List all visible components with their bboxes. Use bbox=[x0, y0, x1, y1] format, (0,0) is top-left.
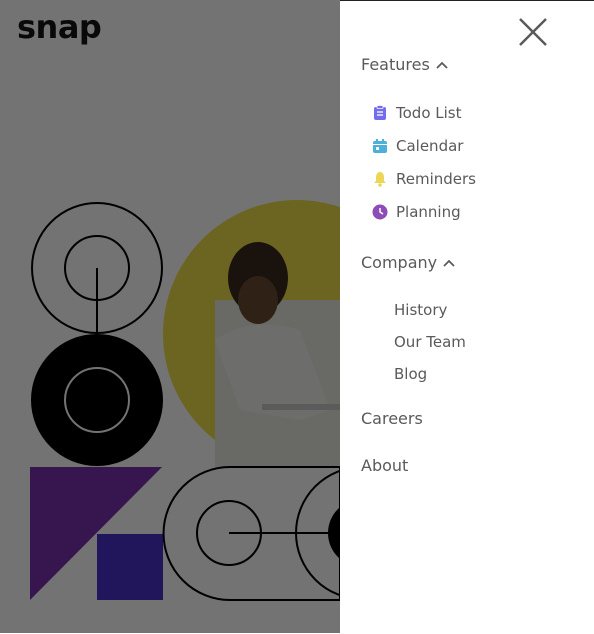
nav-careers-link[interactable]: Careers bbox=[361, 409, 423, 428]
nav-item-blog[interactable]: Blog bbox=[394, 365, 427, 383]
nav-item-label: Todo List bbox=[396, 104, 462, 122]
nav-about-label: About bbox=[361, 456, 409, 475]
todo-icon bbox=[374, 105, 386, 120]
close-menu-button[interactable] bbox=[517, 16, 549, 48]
nav-features-label: Features bbox=[361, 55, 430, 74]
nav-company-toggle[interactable]: Company bbox=[361, 253, 455, 272]
chevron-up-icon bbox=[443, 259, 455, 267]
nav-item-history[interactable]: History bbox=[394, 301, 447, 319]
calendar-icon bbox=[373, 139, 387, 153]
nav-features-toggle[interactable]: Features bbox=[361, 55, 448, 74]
mobile-nav-drawer bbox=[340, 0, 594, 634]
nav-item-todo-list[interactable]: Todo List bbox=[372, 104, 461, 122]
nav-item-label: History bbox=[394, 301, 448, 319]
close-icon bbox=[519, 18, 547, 46]
nav-item-reminders[interactable]: Reminders bbox=[372, 170, 476, 188]
nav-item-planning[interactable]: Planning bbox=[372, 203, 461, 221]
clock-icon bbox=[372, 204, 388, 220]
nav-item-label: Reminders bbox=[396, 170, 476, 188]
nav-item-our-team[interactable]: Our Team bbox=[394, 333, 466, 351]
nav-item-label: Blog bbox=[394, 365, 428, 383]
nav-company-label: Company bbox=[361, 253, 438, 272]
nav-careers-label: Careers bbox=[361, 409, 423, 428]
nav-about-link[interactable]: About bbox=[361, 456, 408, 475]
nav-item-label: Our Team bbox=[394, 333, 466, 351]
nav-item-label: Calendar bbox=[396, 137, 464, 155]
bell-icon bbox=[374, 172, 386, 187]
nav-item-calendar[interactable]: Calendar bbox=[372, 137, 463, 155]
nav-item-label: Planning bbox=[396, 203, 461, 221]
chevron-up-icon bbox=[436, 61, 448, 69]
